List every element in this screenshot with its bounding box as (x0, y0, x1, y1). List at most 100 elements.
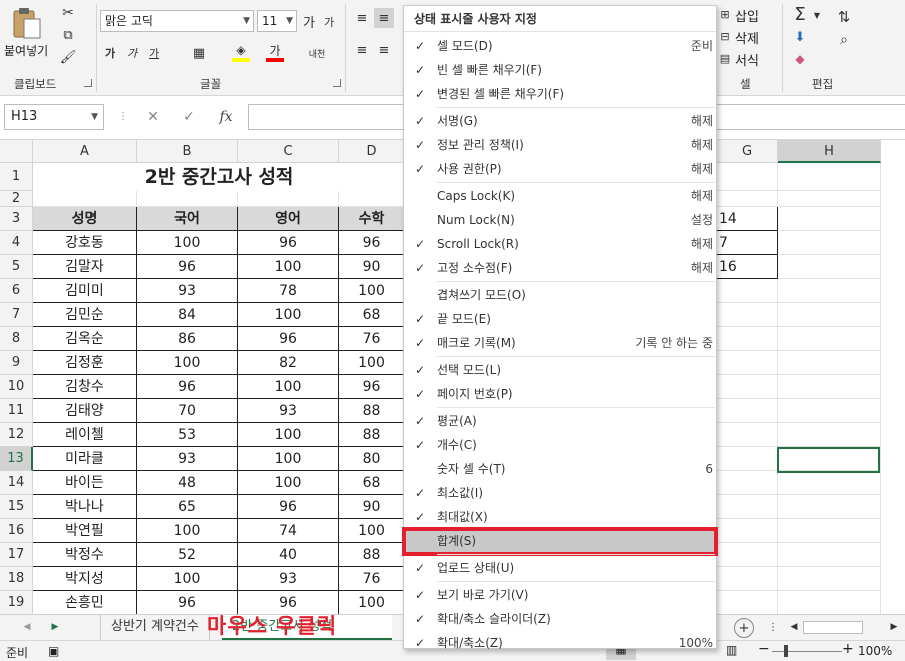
table-cell[interactable]: 100 (137, 567, 238, 591)
horizontal-scrollbar[interactable] (803, 621, 863, 634)
table-cell[interactable]: 박연필 (33, 519, 137, 543)
table-cell[interactable]: 96 (238, 231, 339, 255)
menu-item[interactable]: ✓ 변경된 셀 빠른 채우기(F) (404, 82, 716, 106)
row-header-5[interactable]: 5 (0, 255, 33, 279)
table-cell[interactable]: 93 (238, 399, 339, 423)
table-cell[interactable]: 박정수 (33, 543, 137, 567)
menu-item[interactable]: Num Lock(N) 설정 (404, 208, 716, 232)
cell[interactable] (778, 423, 881, 447)
menu-item[interactable]: 합계(S) (404, 529, 716, 553)
table-cell[interactable]: 96 (238, 495, 339, 519)
insert-button[interactable]: 삽입 (735, 6, 759, 25)
row-header-14[interactable]: 14 (0, 471, 33, 495)
cell[interactable] (778, 327, 881, 351)
table-cell[interactable]: 93 (137, 447, 238, 471)
table-cell[interactable]: 100 (339, 351, 405, 375)
table-cell[interactable]: 바이든 (33, 471, 137, 495)
cell[interactable] (778, 279, 881, 303)
cell[interactable] (778, 519, 881, 543)
table-cell[interactable]: 손흥민 (33, 591, 137, 614)
border-icon[interactable]: ▦ (188, 44, 210, 62)
format-icon[interactable]: ▤ (718, 50, 732, 66)
table-cell[interactable]: 53 (137, 423, 238, 447)
cell[interactable] (717, 375, 778, 399)
cell[interactable] (778, 163, 881, 191)
menu-item[interactable]: ✓ 페이지 번호(P) (404, 382, 716, 406)
row-header-19[interactable]: 19 (0, 591, 33, 614)
table-cell[interactable]: 68 (339, 471, 405, 495)
table-cell[interactable]: 93 (137, 279, 238, 303)
menu-item[interactable]: ✓ 사용 권한(P) 해제 (404, 157, 716, 181)
sheet-title[interactable]: 2반 중간고사 성적 (33, 163, 405, 191)
table-cell[interactable]: 100 (339, 591, 405, 614)
cell[interactable] (778, 255, 881, 279)
table-header-cell[interactable]: 성명 (33, 207, 137, 231)
clipboard-launcher-icon[interactable] (84, 79, 92, 87)
table-cell[interactable]: 80 (339, 447, 405, 471)
table-cell[interactable]: 65 (137, 495, 238, 519)
hscroll-left-icon[interactable]: ◀ (788, 619, 800, 635)
cell[interactable] (33, 191, 137, 207)
row-header-2[interactable]: 2 (0, 191, 33, 207)
cell[interactable] (778, 591, 881, 614)
phonetic-button[interactable]: 내천 (306, 44, 328, 62)
row-header-17[interactable]: 17 (0, 543, 33, 567)
table-cell[interactable]: 100 (339, 519, 405, 543)
row-header-6[interactable]: 6 (0, 279, 33, 303)
table-cell[interactable]: 40 (238, 543, 339, 567)
cell[interactable] (778, 351, 881, 375)
macro-record-icon[interactable]: ▣ (48, 644, 59, 658)
table-cell[interactable]: 김태양 (33, 399, 137, 423)
menu-item[interactable]: Caps Lock(K) 해제 (404, 184, 716, 208)
menu-item[interactable]: ✓ 선택 모드(L) (404, 358, 716, 382)
table-cell[interactable]: 88 (339, 423, 405, 447)
sheet-tab-contracts[interactable]: 상반기 계약건수 (100, 615, 210, 640)
hscroll-right-icon[interactable]: ▶ (888, 619, 900, 635)
table-cell[interactable]: 김미미 (33, 279, 137, 303)
menu-item[interactable]: ✓ 업로드 상태(U) (404, 556, 716, 580)
row-header-13[interactable]: 13 (0, 447, 33, 471)
align-center-icon[interactable]: ≡ (374, 40, 394, 60)
table-cell[interactable]: 100 (238, 471, 339, 495)
column-header-c[interactable]: C (238, 140, 339, 163)
font-launcher-icon[interactable] (333, 79, 341, 87)
row-header-16[interactable]: 16 (0, 519, 33, 543)
selected-cell-h13[interactable] (777, 447, 880, 473)
cell[interactable] (717, 279, 778, 303)
table-cell[interactable]: 박나나 (33, 495, 137, 519)
column-header-h[interactable]: H (778, 140, 881, 163)
row-header-4[interactable]: 4 (0, 231, 33, 255)
table-cell[interactable]: 김창수 (33, 375, 137, 399)
zoom-level[interactable]: 100% (858, 644, 892, 658)
cell[interactable] (778, 471, 881, 495)
cell[interactable] (717, 351, 778, 375)
shrink-font-button[interactable]: 가 (322, 14, 336, 30)
find-select-icon[interactable]: ⌕ (832, 30, 856, 50)
cell[interactable] (778, 191, 881, 207)
cell[interactable] (778, 303, 881, 327)
table-cell[interactable]: 74 (238, 519, 339, 543)
zoom-thumb[interactable] (784, 645, 788, 657)
column-header-a[interactable]: A (33, 140, 137, 163)
bold-button[interactable]: 가 (102, 44, 118, 62)
g-value-cell[interactable]: 7 (717, 231, 778, 255)
row-header-10[interactable]: 10 (0, 375, 33, 399)
table-cell[interactable]: 90 (339, 255, 405, 279)
cell[interactable] (778, 543, 881, 567)
menu-item[interactable]: ✓ 빈 셀 빠른 채우기(F) (404, 58, 716, 82)
menu-item[interactable]: ✓ 확대/축소(Z) 100% (404, 631, 716, 655)
delete-button[interactable]: 삭제 (735, 28, 759, 47)
fill-icon[interactable]: ⬇ (790, 28, 810, 46)
table-cell[interactable]: 100 (238, 423, 339, 447)
cell[interactable] (717, 447, 778, 471)
table-cell[interactable]: 100 (339, 279, 405, 303)
cell[interactable] (717, 327, 778, 351)
fill-color-icon[interactable]: ◈ (232, 42, 250, 62)
clear-icon[interactable]: ◆ (790, 50, 810, 68)
row-header-1[interactable]: 1 (0, 163, 33, 191)
cell[interactable] (778, 495, 881, 519)
column-header-d[interactable]: D (339, 140, 405, 163)
align-left-icon[interactable]: ≡ (352, 40, 372, 60)
font-name-combo[interactable]: 맑은 고딕 ▼ (100, 10, 254, 32)
g-value-cell[interactable]: 14 (717, 207, 778, 231)
